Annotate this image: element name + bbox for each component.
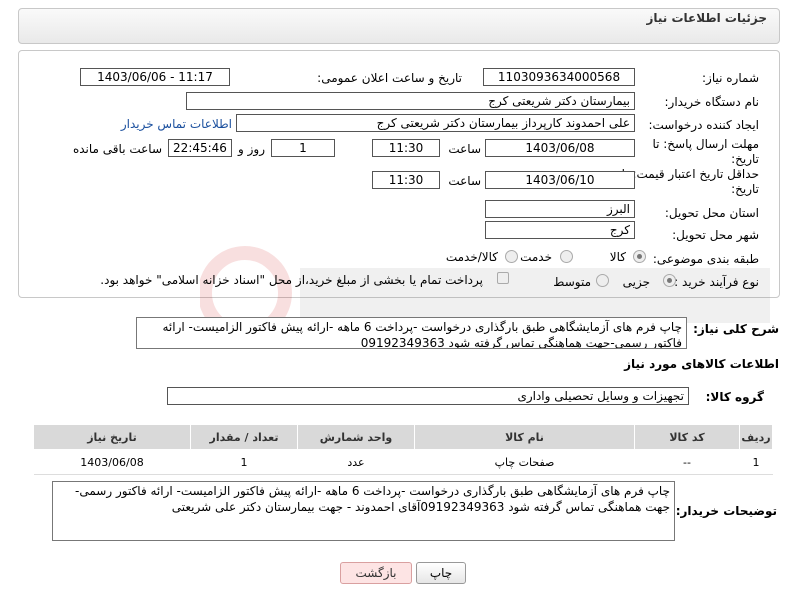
- category-radio-service[interactable]: [560, 250, 573, 263]
- page-title: جزئیات اطلاعات نیاز: [646, 11, 767, 25]
- deadline-label-date: تاریخ:: [731, 152, 759, 166]
- city-label: شهر محل تحویل:: [672, 228, 759, 242]
- col-unit: واحد شمارش: [297, 424, 415, 450]
- validity-label-date: تاریخ:: [731, 182, 759, 196]
- cell-qty: 1: [190, 449, 298, 475]
- goods-group-field: تجهیزات و وسایل تحصیلی واداری: [167, 387, 689, 405]
- buyer-notes-text: چاپ فرم های آزمایشگاهی طبق بارگذاری درخو…: [52, 481, 675, 541]
- need-number-field: 1103093634000568: [483, 68, 635, 86]
- goods-section-title: اطلاعات کالاهای مورد نیاز: [624, 357, 779, 371]
- announce-field: 1403/06/06 - 11:17: [80, 68, 230, 86]
- category-radio-goods-service[interactable]: [505, 250, 518, 263]
- days-label: روز و: [238, 142, 265, 156]
- summary-text: چاپ فرم های آزمایشگاهی طبق بارگذاری درخو…: [136, 317, 687, 349]
- validity-time-field: 11:30: [372, 171, 440, 189]
- cell-row: 1: [739, 449, 773, 475]
- category-option-goods-service: کالا/خدمت: [445, 250, 498, 264]
- announce-label: تاریخ و ساعت اعلان عمومی:: [317, 71, 462, 85]
- table-header-row: ردیف کد کالا نام کالا واحد شمارش تعداد /…: [33, 424, 773, 450]
- creator-field: علی احمدوند کارپرداز بیمارستان دکتر شریع…: [236, 114, 635, 132]
- contact-buyer-link[interactable]: اطلاعات تماس خریدار: [121, 117, 232, 131]
- validity-label: حداقل تاریخ اعتبار قیمت: تا: [621, 167, 759, 181]
- items-table: ردیف کد کالا نام کالا واحد شمارش تعداد /…: [33, 424, 773, 475]
- deadline-label: مهلت ارسال پاسخ: تا: [652, 137, 759, 151]
- cell-code: --: [634, 449, 740, 475]
- payment-note: پرداخت تمام یا بخشی از مبلغ خرید،از محل …: [100, 273, 483, 287]
- creator-label: ایجاد کننده درخواست:: [648, 118, 759, 132]
- treasury-payment-checkbox[interactable]: [497, 272, 509, 284]
- process-radio-minor[interactable]: [663, 274, 676, 287]
- process-radio-medium[interactable]: [596, 274, 609, 287]
- category-label: طبقه بندی موضوعی:: [652, 252, 759, 266]
- col-date: تاریخ نیاز: [33, 424, 191, 450]
- deadline-time-label: ساعت: [448, 142, 481, 156]
- col-name: نام کالا: [414, 424, 635, 450]
- validity-date-field: 1403/06/10: [485, 171, 635, 189]
- back-button[interactable]: بازگشت: [340, 562, 412, 584]
- category-radio-goods[interactable]: [633, 250, 646, 263]
- category-option-goods: کالا: [609, 250, 626, 264]
- buyer-label: نام دستگاه خریدار:: [664, 95, 760, 109]
- buyer-notes-label: توضیحات خریدار:: [675, 504, 777, 518]
- buyer-field: بیمارستان دکتر شریعتی کرج: [186, 92, 635, 110]
- col-row: ردیف: [739, 424, 773, 450]
- validity-time-label: ساعت: [448, 174, 481, 188]
- province-label: استان محل تحویل:: [664, 206, 759, 220]
- cell-name: صفحات چاپ: [414, 449, 635, 475]
- remaining-time-field: 22:45:46: [168, 139, 232, 157]
- remaining-label: ساعت باقی مانده: [72, 142, 162, 156]
- table-row: 1 -- صفحات چاپ عدد 1 1403/06/08: [33, 449, 773, 475]
- category-option-service: خدمت: [520, 250, 552, 264]
- city-field: کرج: [485, 221, 635, 239]
- print-button[interactable]: چاپ: [416, 562, 466, 584]
- col-code: کد کالا: [634, 424, 740, 450]
- need-number-label: شماره نیاز:: [702, 71, 759, 85]
- summary-label: شرح کلی نیاز:: [693, 322, 779, 336]
- deadline-date-field: 1403/06/08: [485, 139, 635, 157]
- process-option-minor: جزیی: [622, 275, 650, 289]
- province-field: البرز: [485, 200, 635, 218]
- process-label: نوع فرآیند خرید :: [674, 275, 759, 289]
- cell-date: 1403/06/08: [33, 449, 191, 475]
- cell-unit: عدد: [297, 449, 415, 475]
- col-qty: تعداد / مقدار: [190, 424, 298, 450]
- goods-group-label: گروه کالا:: [705, 390, 764, 404]
- days-field: 1: [271, 139, 335, 157]
- process-option-medium: متوسط: [553, 275, 591, 289]
- deadline-time-field: 11:30: [372, 139, 440, 157]
